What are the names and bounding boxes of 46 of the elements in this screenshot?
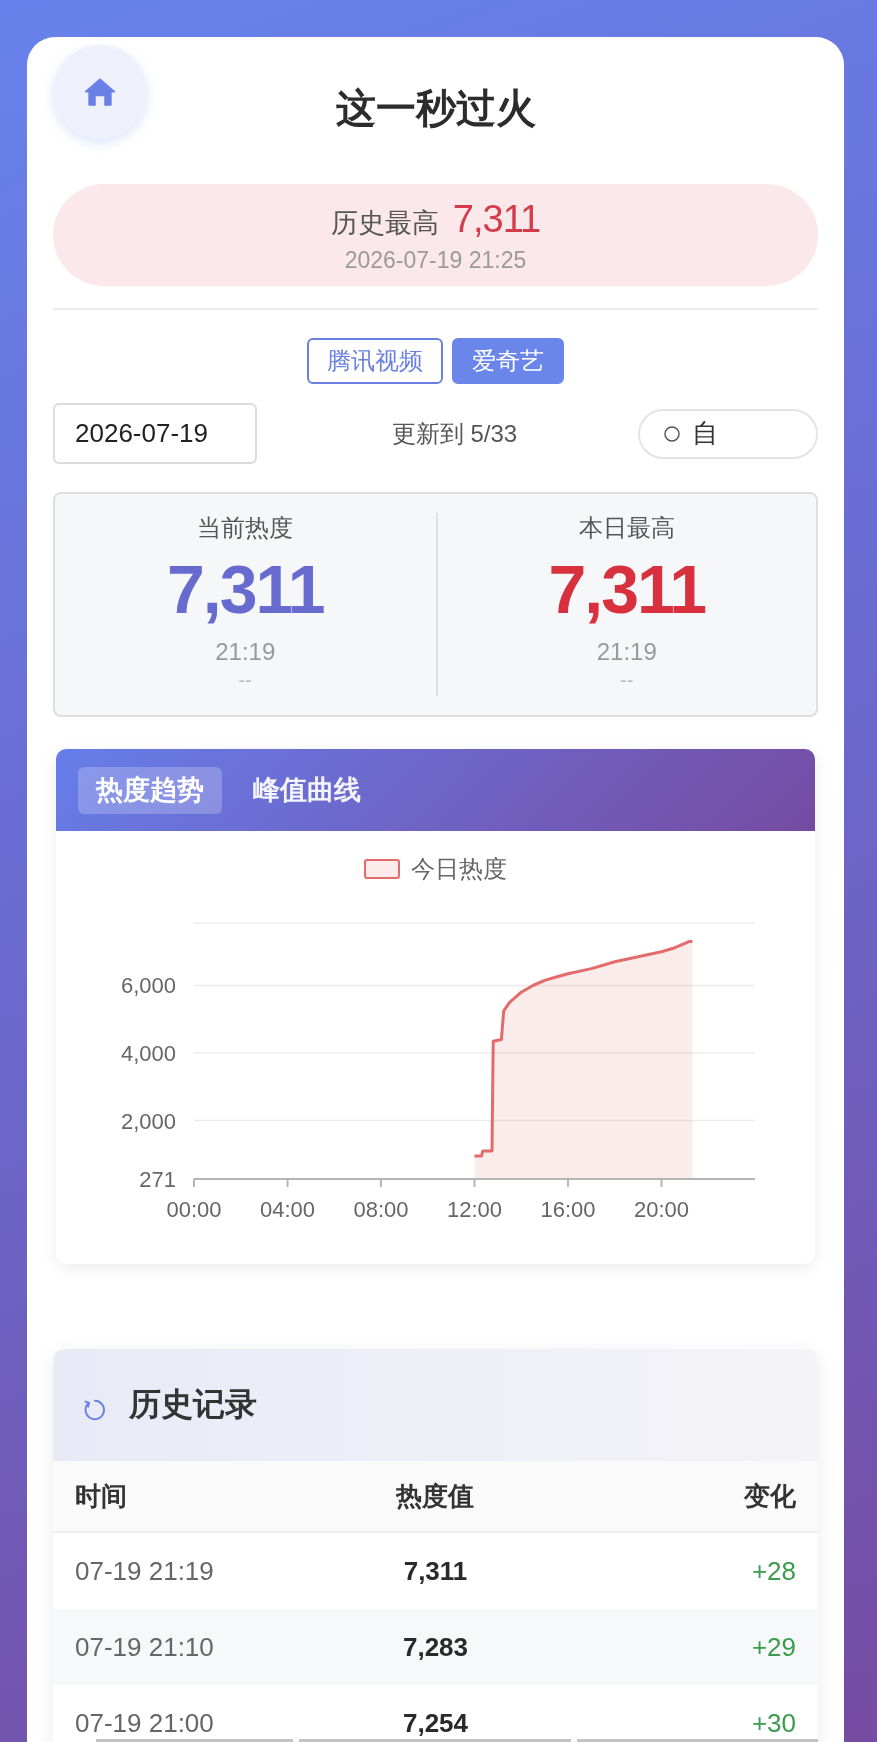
record-value: 7,311	[452, 197, 541, 242]
x-axis-label: 08:00	[353, 1197, 409, 1222]
update-status: 更新到 5/33	[391, 418, 518, 449]
legend-label: 今日热度	[411, 854, 507, 884]
history-title: 历史记录	[129, 1385, 257, 1424]
table-cell-text: 7,283	[401, 1632, 470, 1662]
table-cell-text: 07-19 21:10	[75, 1632, 215, 1662]
chart-tab[interactable]: 峰值曲线	[235, 766, 379, 814]
x-axis-label: 12:00	[446, 1197, 503, 1222]
auto-refresh-toggle[interactable]: 自	[638, 408, 818, 459]
platform-tab[interactable]: 爱奇艺	[452, 338, 564, 384]
record-label: 历史最高	[330, 207, 439, 240]
stat-value: 7,311	[548, 553, 705, 625]
table-cell-text: +29	[750, 1632, 796, 1662]
platform-tab[interactable]: 腾讯视频	[307, 338, 443, 384]
y-axis-label: 2,000	[120, 1108, 176, 1134]
home-icon	[83, 76, 117, 108]
stat-label: 本日最高	[578, 513, 675, 543]
y-axis-label: 4,000	[120, 1041, 176, 1067]
x-axis-label: 16:00	[540, 1197, 596, 1222]
table-cell-text: 7,254	[401, 1708, 470, 1738]
stat-time: 21:19	[215, 637, 276, 667]
table-cell-text: 07-19 21:00	[75, 1708, 215, 1738]
stat-time: 21:19	[596, 637, 657, 667]
table-cell-text: +30	[750, 1708, 796, 1738]
x-axis-label: 20:00	[633, 1197, 690, 1222]
page-title: 这一秒过火	[334, 85, 537, 132]
x-axis-label: 04:00	[259, 1197, 316, 1222]
date-field[interactable]: 2026-07-19	[53, 403, 257, 464]
table-cell-text: +28	[750, 1556, 796, 1586]
stat-label: 当前热度	[197, 513, 294, 543]
table-cell-text: 7,311	[402, 1556, 469, 1586]
chart-tab[interactable]: 热度趋势	[78, 766, 222, 814]
y-axis-label: 6,000	[120, 973, 176, 999]
column-header: 时间	[75, 1479, 128, 1513]
table-cell-text: 07-19 21:19	[75, 1556, 215, 1586]
column-header: 热度值	[394, 1479, 476, 1513]
y-axis-label: 271	[139, 1167, 176, 1192]
legend-swatch-icon	[364, 859, 400, 879]
refresh-icon	[82, 1397, 108, 1423]
stat-change: --	[620, 668, 634, 693]
stat-value: 7,311	[167, 553, 324, 625]
stat-change: --	[238, 668, 252, 693]
column-header: 变化	[743, 1479, 796, 1513]
record-time: 2026-07-19 21:25	[344, 246, 527, 274]
x-axis-label: 00:00	[166, 1197, 222, 1222]
